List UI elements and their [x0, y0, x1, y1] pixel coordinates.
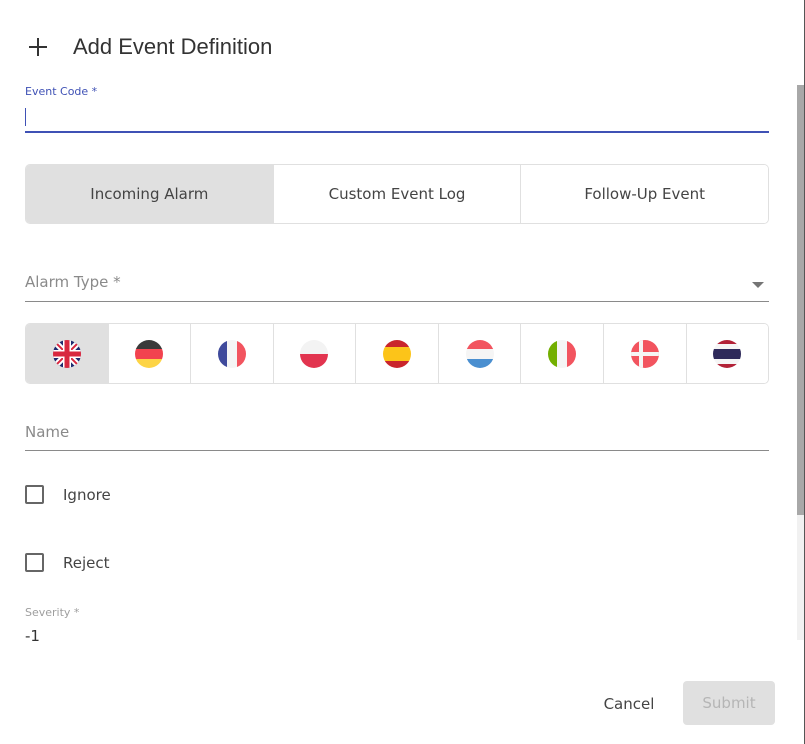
flag-thailand-icon [713, 339, 742, 368]
language-button-lu[interactable] [437, 324, 521, 383]
dialog-title: Add Event Definition [73, 34, 273, 59]
flag-poland-icon [300, 339, 329, 368]
tab-incoming-alarm[interactable]: Incoming Alarm [26, 165, 273, 223]
ignore-label: Ignore [63, 485, 111, 504]
event-code-input[interactable] [25, 104, 769, 133]
plus-icon [28, 37, 48, 57]
reject-label: Reject [63, 553, 110, 572]
language-button-es[interactable] [355, 324, 438, 383]
language-button-pl[interactable] [272, 324, 356, 383]
flag-france-icon [217, 339, 246, 368]
text-caret [25, 108, 26, 126]
add-event-definition-dialog: Add Event Definition Event Code * Incomi… [0, 0, 797, 744]
language-button-th[interactable] [685, 324, 768, 383]
tab-follow-up-event[interactable]: Follow-Up Event [520, 165, 768, 223]
ignore-checkbox[interactable]: Ignore [25, 485, 111, 504]
flag-denmark-icon [630, 339, 659, 368]
event-code-label: Event Code * [25, 85, 98, 98]
scrollbar-thumb[interactable] [797, 85, 804, 515]
reject-checkbox[interactable]: Reject [25, 553, 110, 572]
language-button-dk[interactable] [602, 324, 686, 383]
chevron-down-icon[interactable] [752, 282, 764, 288]
flag-italy-icon [548, 339, 577, 368]
language-button-de[interactable] [107, 324, 191, 383]
vertical-scrollbar[interactable] [797, 0, 804, 744]
flag-luxembourg-icon [465, 339, 494, 368]
severity-label: Severity * [25, 606, 80, 619]
language-button-it[interactable] [520, 324, 603, 383]
language-button-fr[interactable] [190, 324, 273, 383]
language-button-en[interactable] [26, 324, 108, 383]
alarm-type-label: Alarm Type * [25, 273, 121, 291]
severity-value[interactable]: -1 [25, 627, 40, 645]
alarm-type-select[interactable]: Alarm Type * [25, 268, 769, 302]
flag-spain-icon [383, 339, 412, 368]
submit-button[interactable]: Submit [683, 681, 775, 725]
checkbox-square-icon[interactable] [25, 485, 44, 504]
flag-uk-icon [52, 339, 81, 368]
name-label: Name [25, 423, 70, 441]
name-input[interactable]: Name [25, 418, 769, 451]
cancel-button[interactable]: Cancel [590, 682, 668, 725]
event-type-toggle-group: Incoming Alarm Custom Event Log Follow-U… [25, 164, 769, 224]
checkbox-square-icon[interactable] [25, 553, 44, 572]
dialog-header: Add Event Definition [28, 30, 272, 64]
tab-custom-event-log[interactable]: Custom Event Log [272, 165, 521, 223]
flag-germany-icon [135, 339, 164, 368]
language-toggle-group [25, 323, 769, 384]
